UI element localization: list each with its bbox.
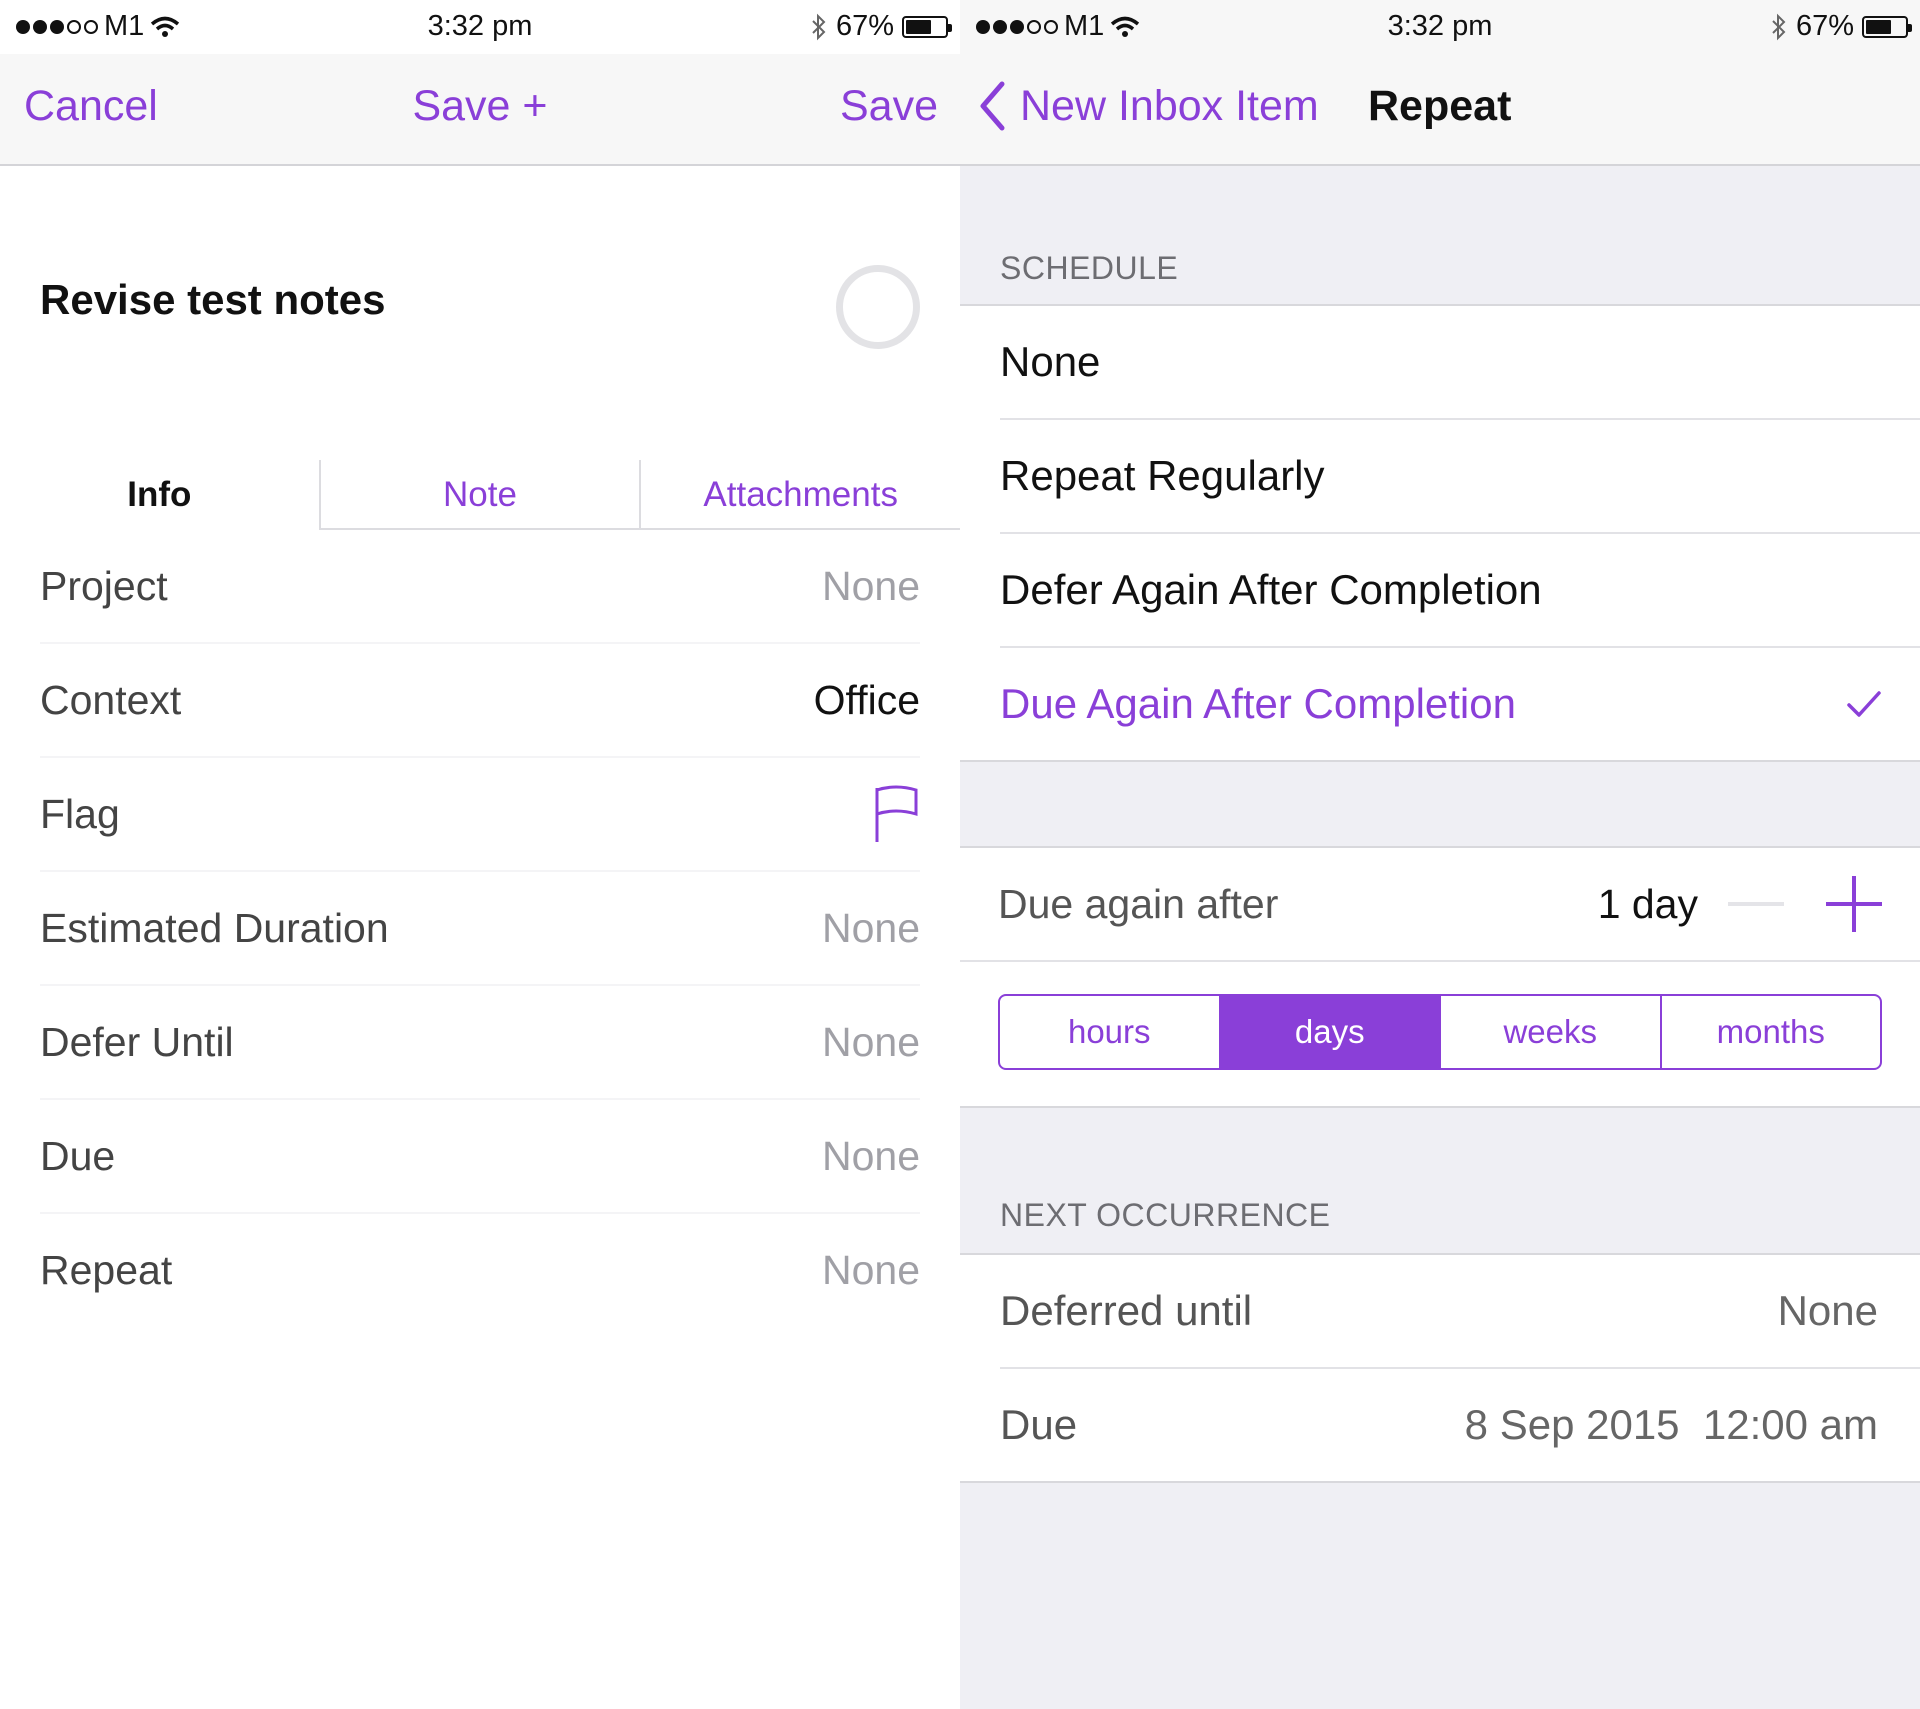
tab-note[interactable]: Note: [318, 460, 640, 530]
increment-button[interactable]: [1824, 874, 1884, 934]
due-again-label: Due again after: [998, 880, 1279, 927]
estimated-duration-row[interactable]: Estimated Duration None: [40, 872, 920, 986]
save-plus-button[interactable]: Save +: [380, 82, 580, 131]
project-row[interactable]: Project None: [40, 530, 920, 644]
next-occurrence-header: NEXT OCCURRENCE: [1000, 1197, 1331, 1233]
tab-info[interactable]: Info: [0, 460, 319, 530]
unit-segmented-control: hours days weeks months: [998, 994, 1882, 1070]
option-label: None: [1000, 338, 1101, 385]
project-value: None: [821, 562, 920, 609]
complete-checkbox[interactable]: [836, 265, 920, 349]
context-row[interactable]: Context Office: [40, 644, 920, 758]
row-label: Deferred until: [1000, 1287, 1253, 1334]
row-label: Defer Until: [40, 1018, 234, 1065]
option-label: Defer Again After Completion: [1000, 566, 1542, 613]
interval-group: Due again after 1 day hours days weeks m…: [960, 846, 1920, 1108]
row-label: Flag: [40, 790, 120, 837]
nav-bar: New Inbox Item Repeat: [960, 54, 1920, 166]
battery-percent: 67%: [835, 10, 894, 42]
due-row[interactable]: Due None: [40, 1100, 920, 1214]
decrement-button[interactable]: [1728, 902, 1784, 906]
repeat-row[interactable]: Repeat None: [40, 1214, 920, 1326]
bluetooth-icon: [1772, 13, 1786, 40]
segment-days[interactable]: days: [1218, 996, 1439, 1068]
page-title: Repeat: [1368, 82, 1512, 130]
deferred-until-row: Deferred until None: [1000, 1255, 1920, 1369]
edit-item-screen: M1 3:32 pm 67% Cancel Save + Save Revise…: [0, 0, 960, 1709]
repeat-value: None: [821, 1246, 920, 1293]
segment-months[interactable]: months: [1659, 996, 1881, 1068]
due-again-stepper: Due again after 1 day: [960, 848, 1920, 962]
info-list: Project None Context Office Flag Estimat…: [40, 530, 920, 1326]
option-none[interactable]: None: [1000, 306, 1920, 420]
due-value: None: [821, 1132, 920, 1179]
segment-hours[interactable]: hours: [1000, 996, 1219, 1068]
due-row: Due 8 Sep 2015 12:00 am: [1000, 1369, 1920, 1481]
row-label: Context: [40, 676, 182, 723]
option-defer-again[interactable]: Defer Again After Completion: [1000, 534, 1920, 648]
defer-until-row[interactable]: Defer Until None: [40, 986, 920, 1100]
tab-attachments[interactable]: Attachments: [639, 460, 960, 530]
row-label: Due: [1000, 1401, 1078, 1448]
row-label: Repeat: [40, 1246, 173, 1293]
battery-icon: [902, 15, 952, 38]
detail-tabs: Info Note Attachments: [0, 460, 960, 530]
row-label: Due: [40, 1132, 116, 1179]
chevron-left-icon: [980, 81, 1005, 131]
row-label: Project: [40, 562, 168, 609]
flag-icon[interactable]: [872, 784, 920, 844]
due-again-value: 1 day: [1597, 880, 1698, 927]
option-label: Due Again After Completion: [1000, 680, 1516, 727]
deferred-until-value: None: [1777, 1287, 1878, 1334]
due-date-value: 8 Sep 2015 12:00 am: [1464, 1401, 1878, 1448]
schedule-options: None Repeat Regularly Defer Again After …: [960, 304, 1920, 762]
nav-bar: Cancel Save + Save: [0, 54, 960, 166]
item-title-row: Revise test notes: [40, 250, 920, 370]
battery-icon: [1862, 15, 1912, 38]
save-button[interactable]: Save: [840, 82, 938, 131]
defer-until-value: None: [821, 1018, 920, 1065]
cancel-button[interactable]: Cancel: [24, 82, 158, 131]
back-button[interactable]: New Inbox Item: [978, 80, 1319, 132]
status-bar: M1 3:32 pm 67%: [0, 0, 960, 54]
option-repeat-regularly[interactable]: Repeat Regularly: [1000, 420, 1920, 534]
option-label: Repeat Regularly: [1000, 452, 1325, 499]
next-occurrence-list: Deferred until None Due 8 Sep 2015 12:00…: [960, 1253, 1920, 1483]
schedule-header: SCHEDULE: [1000, 250, 1179, 286]
segment-weeks[interactable]: weeks: [1439, 996, 1660, 1068]
status-bar: M1 3:32 pm 67%: [960, 0, 1920, 54]
bluetooth-icon: [812, 13, 826, 40]
back-label: New Inbox Item: [1020, 81, 1319, 130]
battery-percent: 67%: [1795, 10, 1854, 42]
option-due-again[interactable]: Due Again After Completion: [1000, 648, 1920, 760]
context-value: Office: [813, 676, 920, 723]
row-label: Estimated Duration: [40, 904, 389, 951]
checkmark-icon: [1847, 691, 1881, 717]
estimated-duration-value: None: [821, 904, 920, 951]
item-title[interactable]: Revise test notes: [40, 276, 385, 324]
repeat-screen: M1 3:32 pm 67% New Inbox Item Repeat SCH…: [960, 0, 1920, 1709]
flag-row[interactable]: Flag: [40, 758, 920, 872]
